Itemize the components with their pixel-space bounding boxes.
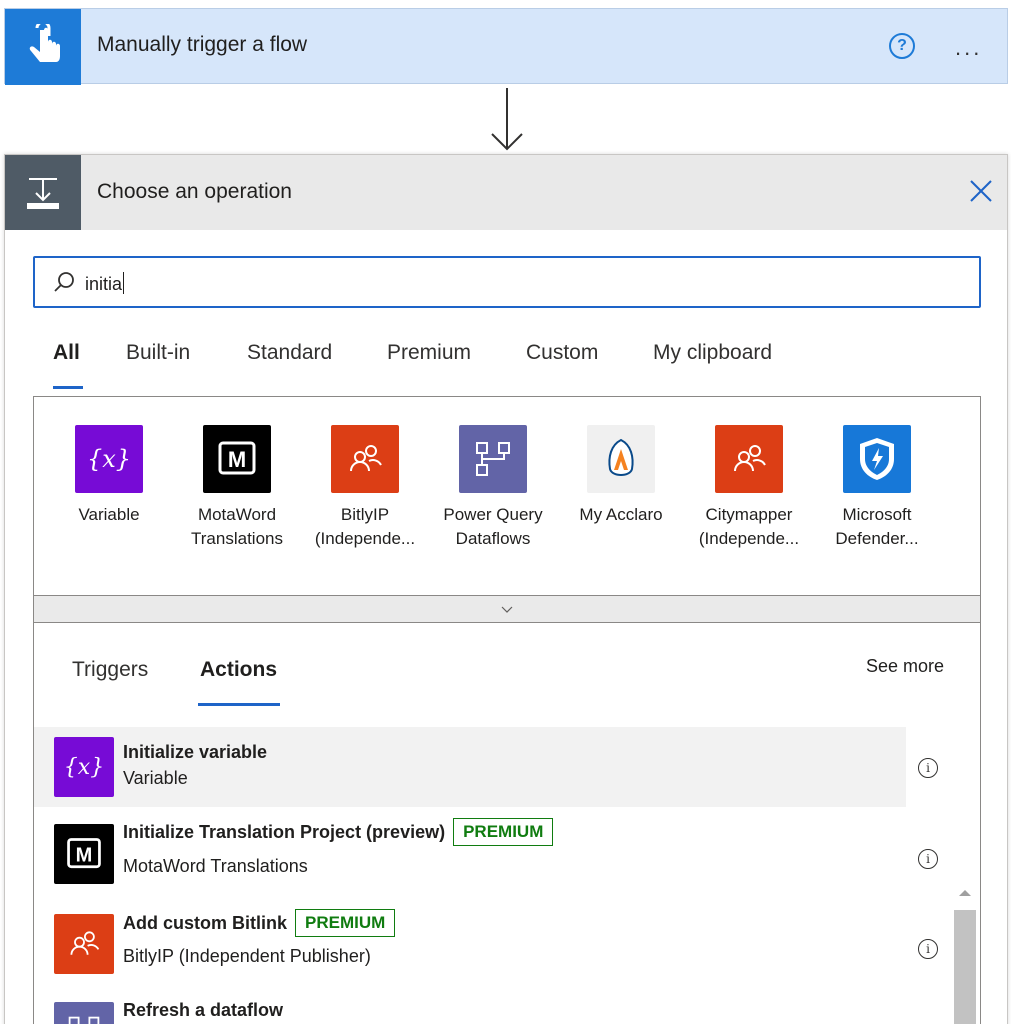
tab-premium[interactable]: Premium: [387, 341, 471, 365]
tab-my-clipboard[interactable]: My clipboard: [653, 341, 772, 365]
connector-power-query[interactable]: Power Query Dataflows: [433, 425, 553, 551]
tab-built-in[interactable]: Built-in: [126, 341, 190, 365]
dataflow-icon: [54, 1002, 114, 1024]
premium-badge: PREMIUM: [295, 909, 396, 937]
premium-badge: PREMIUM: [453, 818, 554, 846]
svg-text:M: M: [228, 447, 246, 472]
tab-triggers[interactable]: Triggers: [72, 658, 148, 682]
choose-operation-panel: Choose an operation initia All Built-in …: [4, 154, 1008, 1024]
action-title: Initialize Translation Project (preview): [123, 822, 446, 842]
trigger-title: Manually trigger a flow: [97, 33, 308, 56]
dataflow-icon: [459, 425, 527, 493]
action-row-initialize-variable[interactable]: {x} Initialize variable Variable: [34, 727, 906, 807]
connector-variable[interactable]: {x} Variable: [49, 425, 169, 527]
connector-label-line2: (Independe...: [698, 529, 800, 548]
more-options-icon[interactable]: ...: [955, 35, 982, 61]
variable-icon: {x}: [75, 425, 143, 493]
panel-header: Choose an operation: [5, 155, 1007, 230]
action-row-refresh-dataflow[interactable]: Refresh a dataflow: [34, 992, 906, 1024]
chevron-down-icon: [501, 606, 513, 613]
action-title: Initialize variable: [123, 742, 268, 762]
defender-icon: [843, 425, 911, 493]
connector-citymapper[interactable]: Citymapper (Independe...: [689, 425, 809, 551]
tab-standard[interactable]: Standard: [247, 341, 332, 365]
text-caret: [123, 272, 125, 294]
action-subtitle: BitlyIP (Independent Publisher): [123, 946, 371, 966]
citymapper-icon: [715, 425, 783, 493]
connector-label-line2: Defender...: [835, 529, 919, 548]
connector-motaword[interactable]: M MotaWord Translations: [177, 425, 297, 551]
variable-icon: {x}: [54, 737, 114, 797]
action-subtitle: Variable: [123, 768, 188, 788]
info-icon[interactable]: i: [918, 849, 938, 869]
tab-actions[interactable]: Actions: [200, 658, 277, 682]
help-icon[interactable]: ?: [889, 33, 915, 59]
flow-arrow-icon: [491, 88, 523, 151]
results-scrollbar[interactable]: [952, 880, 978, 1024]
tab-all-underline: [53, 386, 83, 389]
see-more-link[interactable]: See more: [866, 656, 944, 677]
motaword-icon: M: [54, 824, 114, 884]
trigger-card[interactable]: Manually trigger a flow ? ...: [4, 8, 1008, 85]
search-icon: [54, 272, 74, 292]
connector-label-line2: Translations: [191, 529, 283, 548]
info-icon[interactable]: i: [918, 939, 938, 959]
connector-microsoft-defender[interactable]: Microsoft Defender...: [817, 425, 937, 551]
search-value: initia: [85, 274, 123, 294]
scroll-up-icon[interactable]: [952, 880, 978, 906]
connector-label-line1: Variable: [78, 505, 140, 524]
expand-connectors-button[interactable]: [33, 595, 981, 623]
motaword-icon: M: [203, 425, 271, 493]
operation-icon: [5, 155, 81, 230]
bitlyip-icon: [331, 425, 399, 493]
tab-custom[interactable]: Custom: [526, 341, 598, 365]
tab-all[interactable]: All: [53, 341, 80, 365]
action-row-add-custom-bitlink[interactable]: Add custom Bitlink PREMIUM BitlyIP (Indep…: [34, 902, 906, 982]
connector-label-line1: Power Query: [443, 505, 543, 524]
connector-label-line1: Citymapper: [705, 505, 793, 524]
connector-bitlyip[interactable]: BitlyIP (Independe...: [305, 425, 425, 551]
results-section: Triggers Actions See more {x} Initialize…: [33, 622, 981, 1024]
connector-label-line1: Microsoft: [842, 505, 912, 524]
connector-label-line2: (Independe...: [314, 529, 416, 548]
close-icon[interactable]: [967, 177, 995, 205]
action-row-initialize-translation[interactable]: M Initialize Translation Project (previe…: [34, 812, 906, 892]
tab-actions-underline: [198, 703, 280, 706]
action-title: Add custom Bitlink: [123, 913, 288, 933]
action-subtitle: MotaWord Translations: [123, 856, 308, 876]
connector-label-line1: MotaWord: [197, 505, 277, 524]
connector-label-line2: Dataflows: [455, 529, 531, 548]
scrollbar-thumb[interactable]: [954, 910, 976, 1024]
search-input[interactable]: initia: [33, 256, 981, 308]
action-title: Refresh a dataflow: [123, 1000, 284, 1020]
connector-grid: {x} Variable M MotaWord Translations Bit…: [33, 396, 981, 596]
connector-label-line1: BitlyIP: [340, 505, 390, 524]
bitlyip-icon: [54, 914, 114, 974]
svg-text:M: M: [76, 844, 93, 866]
touch-icon: [5, 9, 81, 85]
info-icon[interactable]: i: [918, 758, 938, 778]
connector-my-acclaro[interactable]: My Acclaro: [561, 425, 681, 527]
connector-label-line1: My Acclaro: [579, 505, 663, 524]
acclaro-icon: [587, 425, 655, 493]
panel-title: Choose an operation: [97, 180, 292, 203]
